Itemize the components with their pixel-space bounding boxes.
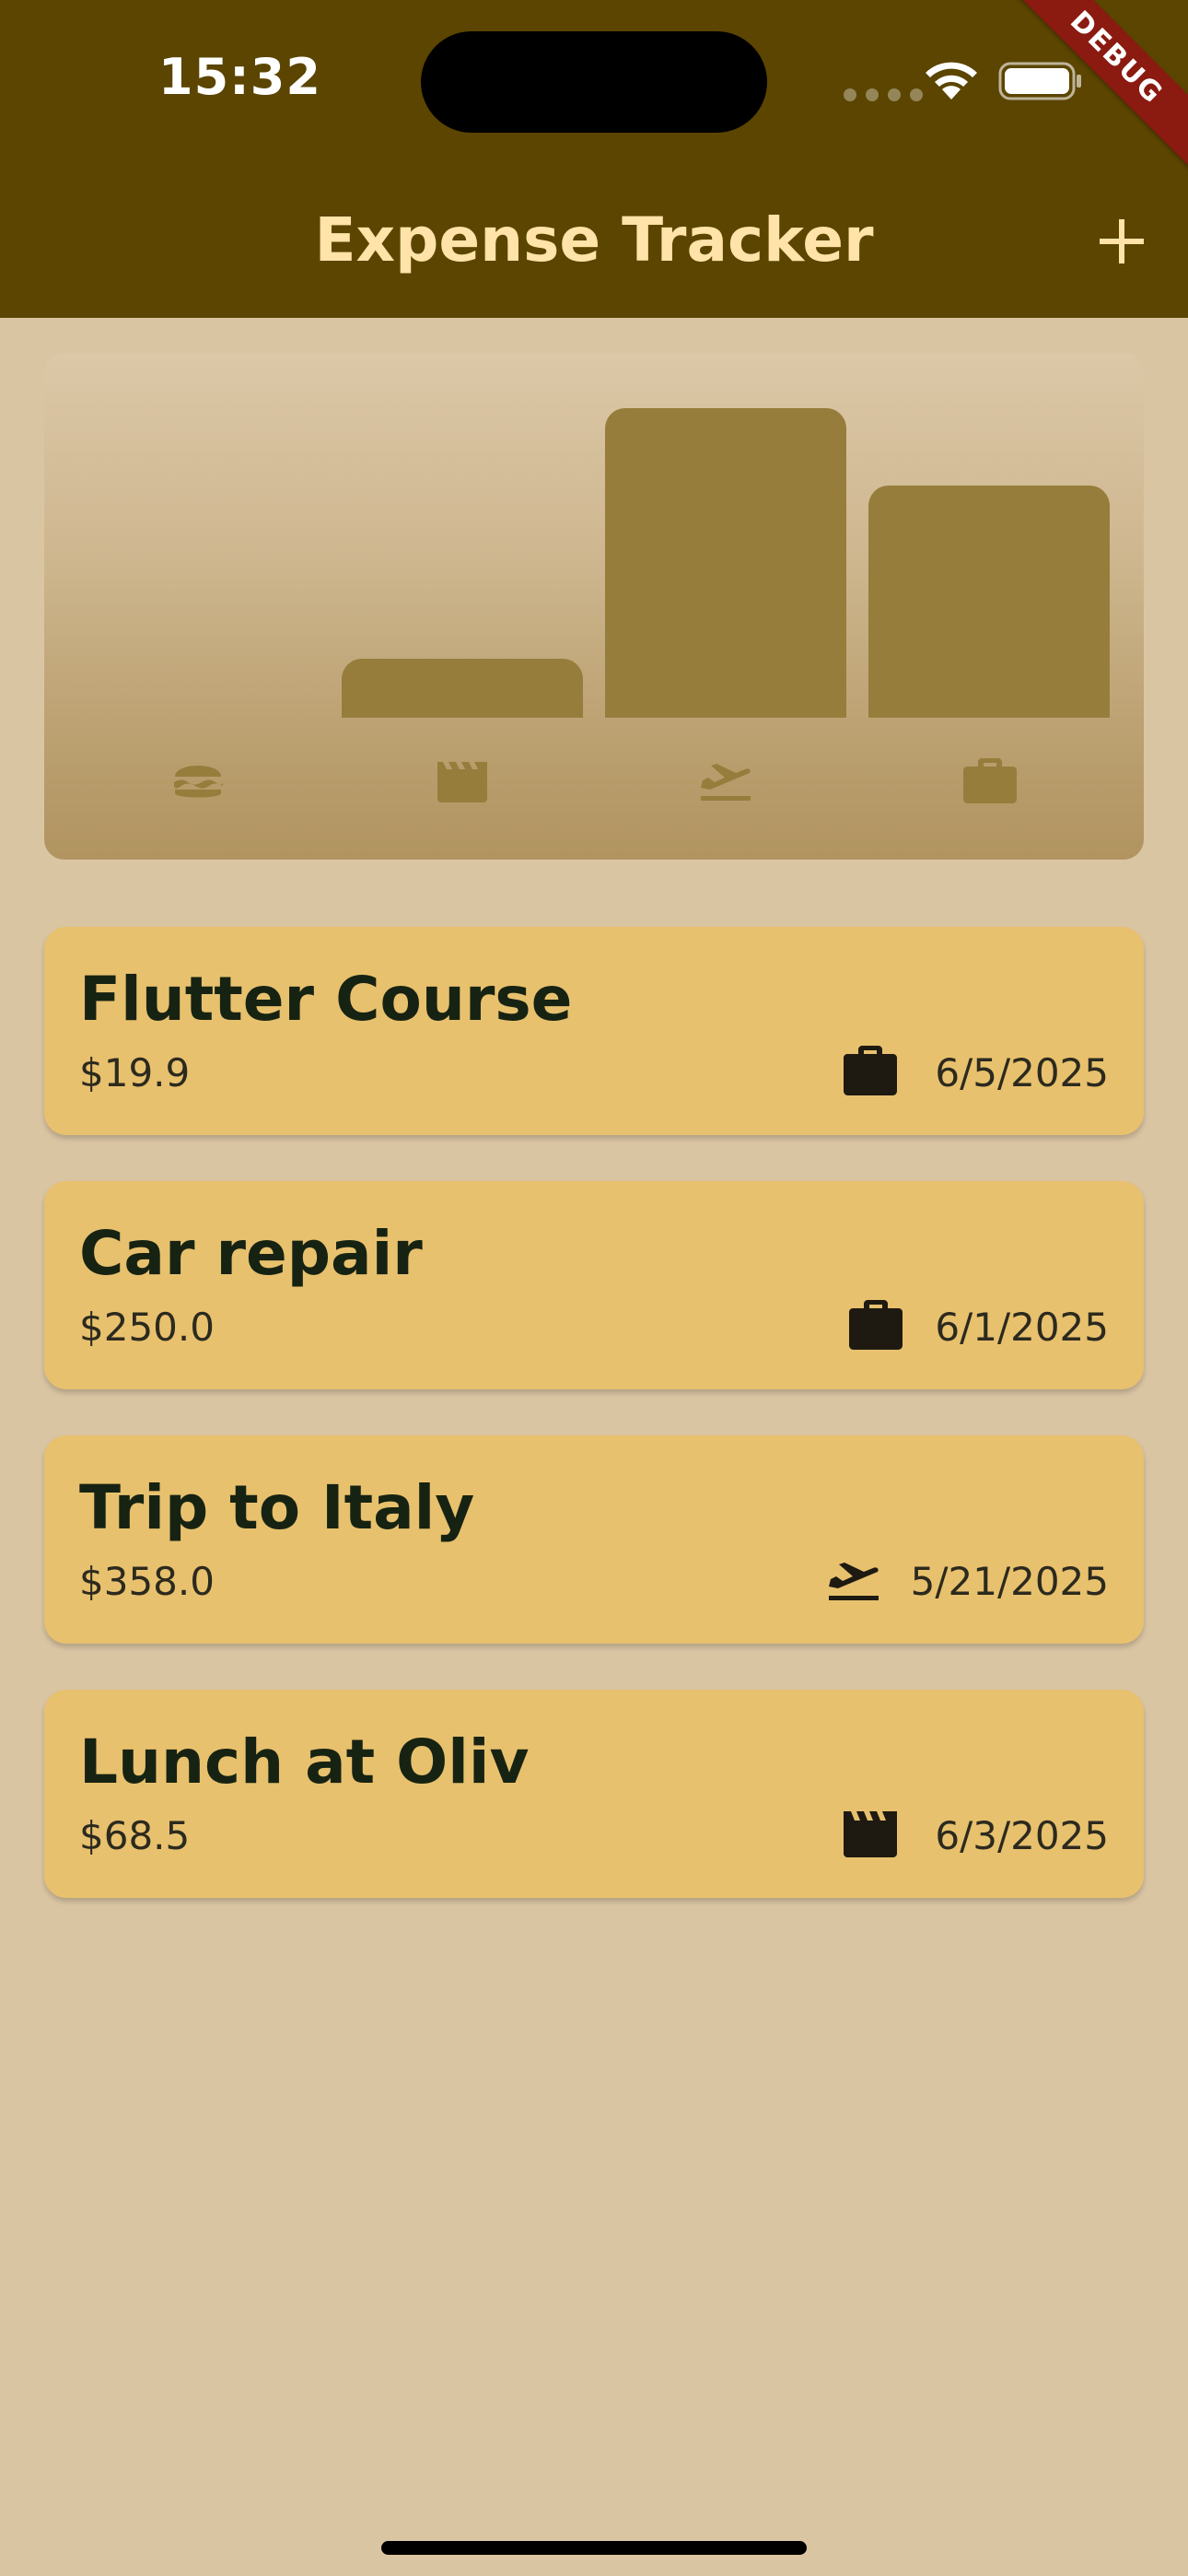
chart-bar-work xyxy=(868,486,1110,718)
briefcase-icon xyxy=(844,1046,897,1095)
expense-amount: $68.5 xyxy=(79,1813,191,1858)
chart-bar-leisure xyxy=(342,659,583,718)
expense-title: Trip to Italy xyxy=(79,1472,475,1543)
briefcase-icon xyxy=(849,1300,903,1350)
app-bar: 15:32 DEBUG Expense Tracker xyxy=(0,0,1188,318)
expense-card[interactable]: Trip to Italy $358.0 5/21/2025 xyxy=(44,1435,1144,1644)
wifi-icon xyxy=(926,62,977,100)
battery-icon xyxy=(998,62,1081,100)
status-time: 15:32 xyxy=(158,48,321,106)
expense-card[interactable]: Flutter Course $19.9 6/5/2025 xyxy=(44,927,1144,1135)
expense-card[interactable]: Lunch at Oliv $68.5 6/3/2025 xyxy=(44,1690,1144,1898)
dynamic-island xyxy=(421,31,767,133)
expense-date: 6/3/2025 xyxy=(935,1813,1109,1858)
expense-date: 6/5/2025 xyxy=(935,1050,1109,1095)
home-indicator[interactable] xyxy=(381,2541,807,2555)
movie-clapper-icon xyxy=(437,762,487,802)
page-title: Expense Tracker xyxy=(314,205,874,275)
bar-slot-food xyxy=(78,408,320,718)
expense-date: 6/1/2025 xyxy=(935,1305,1109,1350)
cellular-signal-icon xyxy=(844,88,923,101)
add-expense-button[interactable] xyxy=(1092,212,1151,271)
expense-amount: $358.0 xyxy=(79,1559,215,1604)
bar-slot-leisure xyxy=(342,408,583,718)
burger-icon xyxy=(174,766,223,798)
expense-card[interactable]: Car repair $250.0 6/1/2025 xyxy=(44,1181,1144,1389)
expense-title: Lunch at Oliv xyxy=(79,1727,530,1797)
bar-slot-travel xyxy=(605,408,846,718)
chart-bar-travel xyxy=(605,408,846,718)
expense-title: Flutter Course xyxy=(79,964,573,1035)
expense-date: 5/21/2025 xyxy=(910,1559,1109,1604)
phone-screen: 15:32 DEBUG Expense Tracker Flutter Cour… xyxy=(0,0,1188,2576)
flight-takeoff-icon xyxy=(829,1563,879,1600)
chart-bars xyxy=(78,353,1110,718)
expense-chart xyxy=(44,353,1144,860)
movie-clapper-icon xyxy=(844,1811,897,1857)
expense-title: Car repair xyxy=(79,1218,423,1289)
expense-amount: $19.9 xyxy=(79,1050,191,1095)
flight-takeoff-icon xyxy=(701,764,751,801)
expense-amount: $250.0 xyxy=(79,1305,215,1350)
briefcase-icon xyxy=(963,758,1017,803)
bar-slot-work xyxy=(868,408,1110,718)
